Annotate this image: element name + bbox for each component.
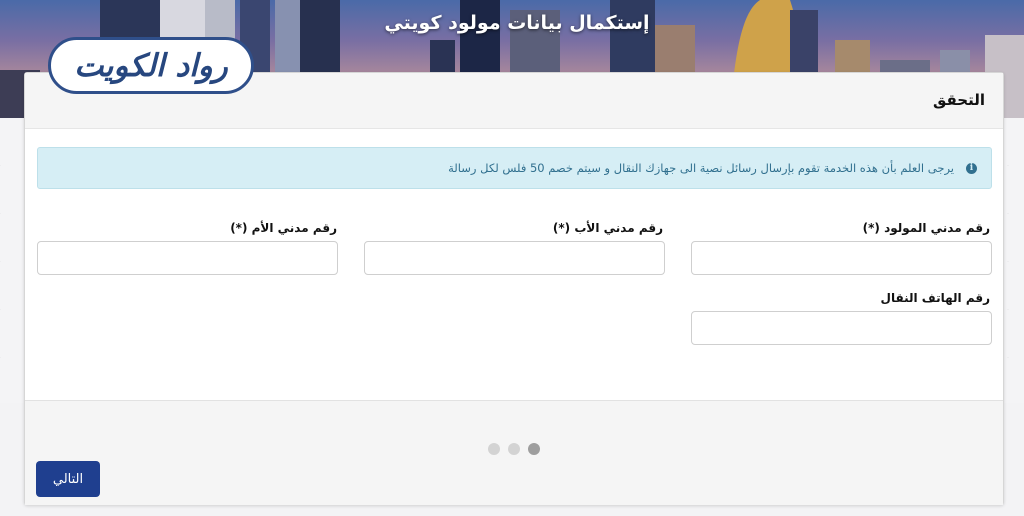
sms-notice-text: يرجى العلم بأن هذه الخدمة تقوم بإرسال رس… bbox=[448, 161, 954, 175]
step-indicator bbox=[488, 443, 540, 455]
card-title: التحقق bbox=[932, 91, 985, 109]
mobile-phone-input[interactable] bbox=[691, 311, 992, 345]
mother-civil-id-input[interactable] bbox=[37, 241, 338, 275]
next-button[interactable]: التالي bbox=[36, 461, 100, 497]
info-icon: i bbox=[966, 162, 977, 174]
mobile-phone-label: رقم الهاتف النقال bbox=[880, 291, 990, 305]
step-dot-2 bbox=[508, 443, 520, 455]
mother-civil-id-label: رقم مدني الأم (*) bbox=[230, 221, 337, 235]
brand-logo-text: رواد الكويت bbox=[74, 47, 228, 84]
verification-card: التحقق i يرجى العلم بأن هذه الخدمة تقوم … bbox=[24, 72, 1004, 505]
newborn-civil-id-label: رقم مدني المولود (*) bbox=[862, 221, 990, 235]
newborn-civil-id-input[interactable] bbox=[691, 241, 992, 275]
card-footer: التالي bbox=[25, 400, 1003, 505]
father-civil-id-input[interactable] bbox=[364, 241, 665, 275]
page-title: إستكمال بيانات مولود كويتي bbox=[384, 12, 650, 34]
brand-logo[interactable]: رواد الكويت bbox=[48, 37, 254, 94]
step-dot-3 bbox=[488, 443, 500, 455]
sms-notice-alert: i يرجى العلم بأن هذه الخدمة تقوم بإرسال … bbox=[37, 147, 992, 189]
father-civil-id-label: رقم مدني الأب (*) bbox=[552, 221, 663, 235]
step-dot-1-active bbox=[528, 443, 540, 455]
